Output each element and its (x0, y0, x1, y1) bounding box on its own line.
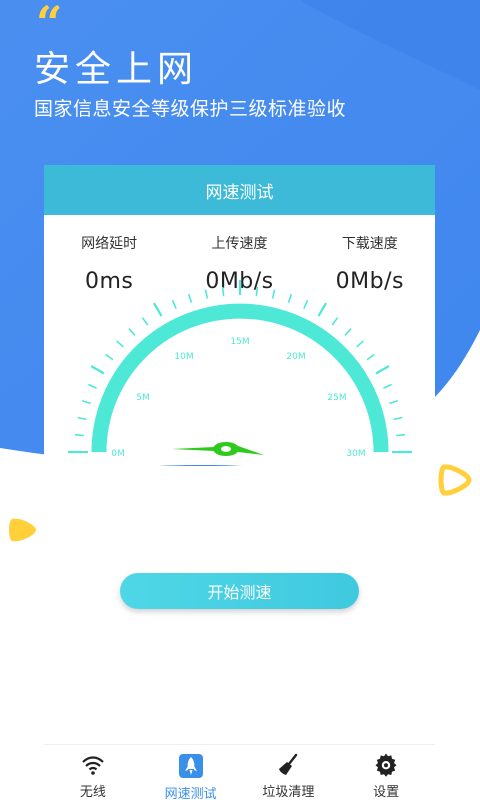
latency-stat: 网络延时 0ms (44, 233, 174, 294)
tab-label: 网速测试 (164, 787, 217, 800)
bottom-tab-bar: 无线 网速测试 垃圾清理 设置 (44, 744, 435, 800)
tab-junk-clean[interactable]: 垃圾清理 (240, 745, 338, 800)
stat-value: 0Mb/s (335, 269, 404, 294)
play-shape-icon (9, 518, 36, 542)
tab-label: 设置 (373, 785, 400, 800)
download-stat: 下载速度 0Mb/s (305, 233, 435, 294)
broom-icon (275, 753, 301, 777)
gear-icon (373, 753, 399, 777)
stat-label: 下载速度 (341, 236, 398, 252)
start-test-button[interactable]: 开始测速 (120, 573, 359, 609)
upload-stat: 上传速度 0Mb/s (174, 233, 304, 294)
card-header: 网速测试 (44, 165, 435, 215)
speed-test-card: 网速测试 网络延时 0ms 上传速度 0Mb/s 下载速度 0Mb/s (44, 165, 435, 465)
tab-speed-test[interactable]: 网速测试 (142, 745, 240, 800)
hero-title: 安全上网 (34, 49, 199, 90)
stats-row: 网络延时 0ms 上传速度 0Mb/s 下载速度 0Mb/s (44, 233, 435, 294)
wifi-icon (80, 753, 106, 777)
play-outline-icon (438, 464, 472, 496)
tab-label: 垃圾清理 (262, 785, 315, 800)
tab-wireless[interactable]: 无线 (44, 745, 142, 800)
stat-label: 上传速度 (211, 236, 268, 252)
tab-settings[interactable]: 设置 (337, 745, 435, 800)
tab-label: 无线 (79, 785, 106, 800)
stat-value: 0Mb/s (205, 269, 274, 294)
rocket-icon (178, 753, 204, 779)
stat-value: 0ms (84, 269, 134, 294)
hero-subtitle: 国家信息安全等级保护三级标准验收 (34, 98, 347, 120)
stat-label: 网络延时 (81, 236, 138, 252)
